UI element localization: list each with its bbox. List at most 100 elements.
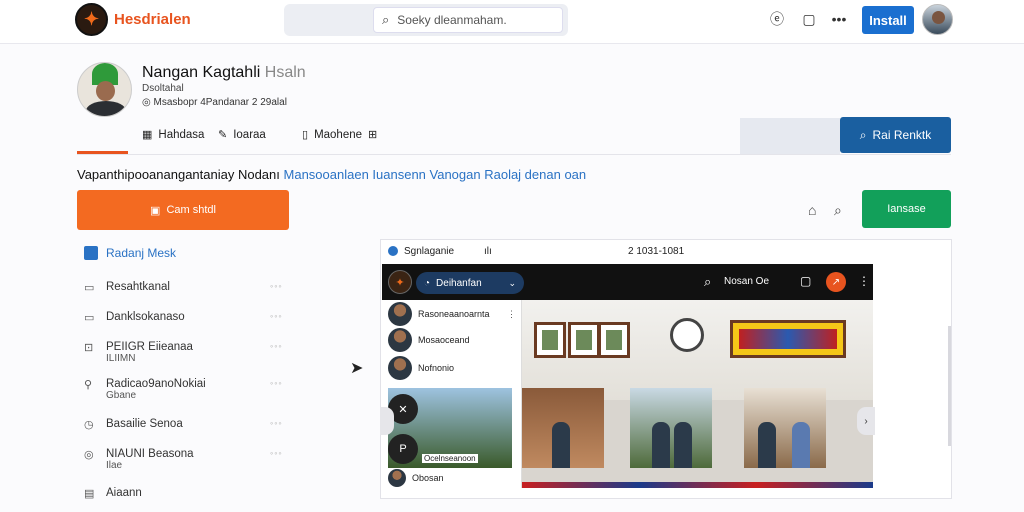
dropdown-item[interactable]: Rasoneaanoarnta ⋮ xyxy=(388,300,518,328)
sidebar-heading-text: Radanj Mesk xyxy=(106,246,177,260)
profile-description: Vapanthipooanangantaniay Nodanı Mansooan… xyxy=(77,167,586,182)
install-button[interactable]: Install xyxy=(862,6,914,34)
dropdown-item[interactable]: Obosan xyxy=(388,468,444,488)
search-icon[interactable]: ⌕ xyxy=(834,202,842,219)
sidebar-item-label: Danklsokanaso xyxy=(106,311,185,323)
target-icon: ◎ xyxy=(84,449,94,461)
home-icon xyxy=(84,246,98,260)
dropdown-item-label: Rasoneaanoarnta xyxy=(418,309,490,319)
secondary-input[interactable] xyxy=(740,118,840,154)
description-link[interactable]: Mansooanlaen Iuansenn Vanogan Raolaj den… xyxy=(284,167,587,182)
play-button[interactable]: P xyxy=(388,434,418,464)
video-thumbnail[interactable] xyxy=(522,388,604,468)
app-logo[interactable]: ✦ xyxy=(75,3,108,36)
notification-icon[interactable]: ↗ xyxy=(826,272,846,292)
video-thumbnail[interactable] xyxy=(630,388,712,468)
grid-icon: ▦ xyxy=(142,129,153,141)
carousel-prev-button[interactable] xyxy=(380,407,394,435)
more-icon[interactable]: ⋮ xyxy=(507,309,516,320)
avatar xyxy=(388,469,406,487)
primary-action-label: Cam shtdl xyxy=(166,204,216,216)
clock-icon: ◷ xyxy=(84,419,94,431)
screen-right-text: Nosan Oe xyxy=(724,276,770,287)
video-thumbnail[interactable] xyxy=(744,388,826,468)
more-icon[interactable]: ◦◦◦ xyxy=(270,341,283,351)
dropdown-item[interactable]: Mosaoceand xyxy=(388,326,518,354)
profile-subtitle: Dsoltahal xyxy=(142,83,184,94)
more-icon[interactable]: ◦◦◦ xyxy=(270,281,283,291)
location-icon: ◎ xyxy=(142,97,151,108)
sidebar-item[interactable]: ⊡ PEIIGR Eiieanaa ILIIMN ◦◦◦ xyxy=(84,341,284,364)
profile-avatar[interactable] xyxy=(77,62,132,117)
sidebar-item[interactable]: ▭ Danklsokanaso ◦◦◦ xyxy=(84,311,284,324)
green-action-button[interactable]: Iansase xyxy=(862,190,951,228)
window-icon[interactable]: ▢ xyxy=(800,10,818,28)
wall-frame xyxy=(598,322,630,358)
search-input[interactable]: ⌕ Soeky dleanmaham. xyxy=(373,7,563,33)
sidebar-item-sub: Gbane xyxy=(106,390,137,401)
dropdown-item-label: Nofnonio xyxy=(418,363,455,373)
sidebar-item-sub: Ilae xyxy=(106,460,123,471)
dropdown-item-label: Obosan xyxy=(412,473,444,483)
panel-date: 2 1031-1081 xyxy=(628,246,685,257)
tab-hahdasa[interactable]: ▦ Hahdasa xyxy=(142,128,205,142)
search-icon: ⌕ xyxy=(382,12,390,27)
more-icon[interactable]: ◦◦◦ xyxy=(270,311,283,321)
pencil-icon: ✎ xyxy=(218,129,228,141)
signal-icon: ılı xyxy=(484,246,492,257)
embedded-screen[interactable]: ✦ ◔ Deihanfan ⌄ ⌕ Nosan Oe ▢ ↗ ⋮ Rasonea… xyxy=(382,264,873,488)
book-icon: ▯ xyxy=(302,129,309,141)
tab-label: Hahdasa xyxy=(158,128,205,141)
profile-name-suffix: Hsaln xyxy=(264,64,306,81)
account-icon: ◔ xyxy=(424,277,431,289)
account-switcher[interactable]: ◔ Deihanfan ⌄ xyxy=(416,272,524,294)
chevron-down-icon: ⌄ xyxy=(508,277,516,288)
sidebar-item[interactable]: ◎ NIAUNI Beasona Ilae ◦◦◦ xyxy=(84,448,284,471)
profile-name: Nangan Kagtahli Hsaln xyxy=(142,64,306,82)
sidebar-item[interactable]: ▭ Resahtkanal ◦◦◦ xyxy=(84,281,284,294)
search-profile-button[interactable]: ⌕ Rai Renktk xyxy=(840,117,951,153)
wall-clock xyxy=(670,318,704,352)
sidebar-item[interactable]: ▤ Aiaann xyxy=(84,487,284,500)
image-icon: ▤ xyxy=(84,488,95,500)
person-icon: ⚲ xyxy=(84,379,93,391)
search-profile-label: Rai Renktk xyxy=(872,128,932,142)
more-icon[interactable]: ◦◦◦ xyxy=(270,448,283,458)
cursor-icon: ➤ xyxy=(350,360,364,377)
scrollbar[interactable] xyxy=(948,326,951,446)
panel-app-icon xyxy=(388,246,398,256)
panel-title: Sgnlaganie xyxy=(404,246,455,257)
brand-name[interactable]: Hesdrialen xyxy=(114,11,191,28)
tab-ioaraa[interactable]: ✎ Ioaraa xyxy=(218,128,266,142)
doc-icon: ▭ xyxy=(84,312,95,324)
carousel-next-button[interactable]: › xyxy=(857,407,875,435)
calendar-icon: ▣ xyxy=(150,204,161,217)
sidebar-item[interactable]: ⚲ Radicao9anoNokiai Gbane ◦◦◦ xyxy=(84,378,284,401)
sidebar-item-sub: ILIIMN xyxy=(106,353,136,364)
box-icon: ⊡ xyxy=(84,342,94,354)
primary-action-button[interactable]: ▣ Cam shtdl xyxy=(77,190,289,230)
sidebar-item[interactable]: ◷ Basailie Senoa ◦◦◦ xyxy=(84,418,284,431)
user-avatar[interactable] xyxy=(922,4,953,35)
tab-maohene[interactable]: ▯ Maohene ⊞ xyxy=(302,128,377,142)
sidebar-item-label: PEIIGR Eiieanaa xyxy=(106,341,193,353)
help-icon[interactable]: ⓔ xyxy=(768,10,786,28)
screen-logo[interactable]: ✦ xyxy=(388,270,412,294)
bookmark-icon[interactable]: ⌂ xyxy=(808,202,816,218)
search-icon[interactable]: ⌕ xyxy=(704,274,711,290)
sidebar-heading[interactable]: Radanj Mesk xyxy=(84,246,176,260)
avatar xyxy=(388,328,412,352)
dropdown-item[interactable]: Nofnonio xyxy=(388,354,518,382)
wall-frame xyxy=(568,322,600,358)
cast-icon[interactable]: ▢ xyxy=(800,274,811,288)
sidebar-item-label: NIAUNI Beasona xyxy=(106,448,194,460)
tabs-divider xyxy=(77,154,951,155)
more-icon[interactable]: ◦◦◦ xyxy=(270,418,283,428)
more-icon[interactable]: ••• xyxy=(830,10,848,28)
more-icon[interactable]: ◦◦◦ xyxy=(270,378,283,388)
more-icon[interactable]: ⋮ xyxy=(858,274,870,288)
tab-label: Ioaraa xyxy=(233,128,266,141)
profile-meta-text: Msasbopr 4Pandanar 2 29alal xyxy=(153,97,287,108)
profile-name-text: Nangan Kagtahli xyxy=(142,64,261,81)
sidebar-item-label: Basailie Senoa xyxy=(106,418,183,430)
